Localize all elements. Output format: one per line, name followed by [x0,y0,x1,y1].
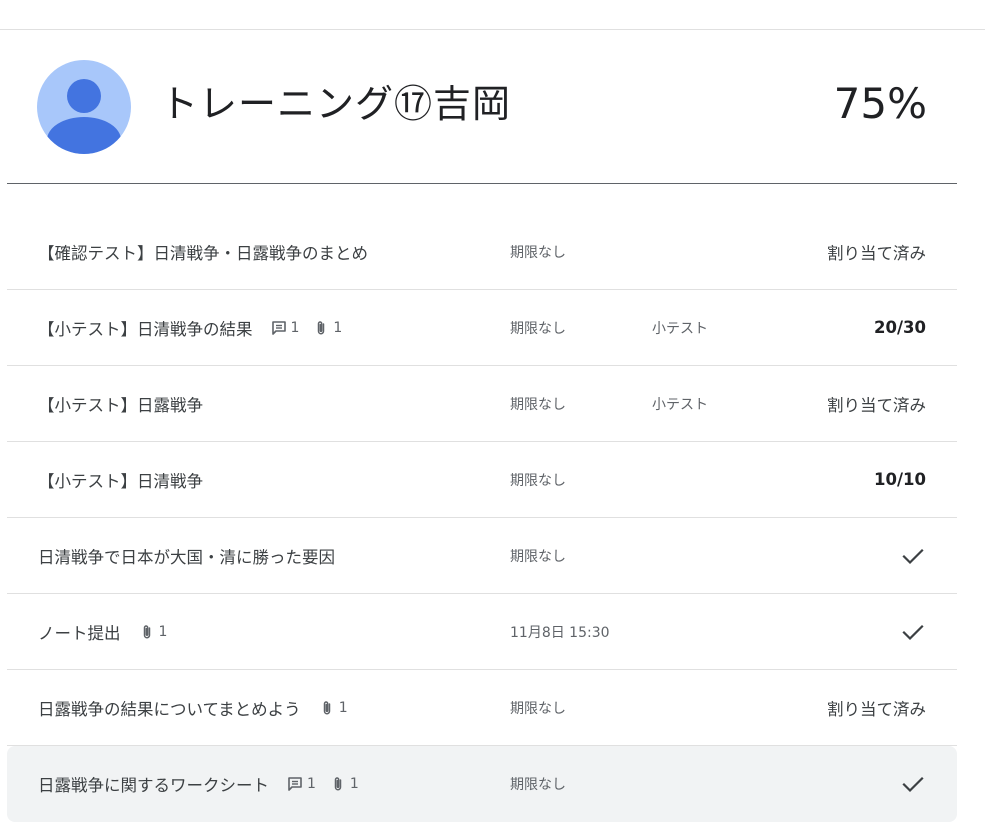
attachment-count-value: 1 [349,775,359,792]
assignment-title-group: 【小テスト】日露戦争 [38,366,203,441]
attachment-count-value: 1 [333,319,343,336]
assignment-due: 期限なし [510,700,566,717]
assignment-list: 【確認テスト】日清戦争・日露戦争のまとめ 期限なし 割り当て済み 【小テスト】日清戦争… [7,214,957,822]
assignment-title[interactable]: 【確認テスト】日清戦争・日露戦争のまとめ [38,240,368,264]
attachment-count-value: 1 [338,699,348,716]
assignment-row[interactable]: 日清戦争で日本が大国・清に勝った要因 期限なし [7,518,957,594]
assignment-row[interactable]: 日露戦争に関するワークシート 1 1 期限なし [7,746,957,822]
attachment-count: 1 [330,776,359,792]
assignment-title[interactable]: ノート提出 [38,620,121,644]
person-icon [47,79,121,154]
assignment-topic: 小テスト [652,396,708,413]
assignment-title-group: 日露戦争に関するワークシート 1 1 [38,746,359,821]
paperclip-icon [313,320,329,336]
paperclip-icon [319,700,335,716]
comment-icon [287,776,303,792]
comment-count-value: 1 [290,319,300,336]
check-icon [900,594,926,669]
assignment-due: 期限なし [510,396,566,413]
assignment-row[interactable]: 【小テスト】日露戦争 期限なし 小テスト 割り当て済み [7,366,957,442]
assignment-title[interactable]: 【小テスト】日清戦争の結果 [38,316,253,340]
header-divider [7,183,957,184]
assignment-row[interactable]: 【確認テスト】日清戦争・日露戦争のまとめ 期限なし 割り当て済み [7,214,957,290]
assignment-row[interactable]: 【小テスト】日清戦争の結果 1 1 期限なし 小テスト 20/30 [7,290,957,366]
check-icon [900,746,926,821]
assignment-status: 10/10 [874,470,926,489]
student-header: トレーニング⑰吉岡 75% [0,30,985,184]
assignment-row[interactable]: 日露戦争の結果についてまとめよう 1 期限なし 割り当て済み [7,670,957,746]
assignment-due: 期限なし [510,244,566,261]
overall-grade: 75% [833,79,927,128]
attachment-count: 1 [319,700,348,716]
attachment-count: 1 [139,623,168,640]
paperclip-icon [330,776,346,792]
assignment-title[interactable]: 【小テスト】日清戦争 [38,468,203,492]
assignment-due: 期限なし [510,776,566,793]
comment-icon [271,320,287,336]
assignment-due: 11月8日 15:30 [510,624,610,641]
attachment-count: 1 [313,320,342,336]
check-icon [900,518,926,593]
assignment-title-group: 日露戦争の結果についてまとめよう 1 [38,670,348,745]
assignment-status: 20/30 [874,318,926,337]
assignment-status: 割り当て済み [827,243,926,263]
assignment-status: 割り当て済み [827,395,926,415]
assignment-status: 割り当て済み [827,699,926,719]
attachment-count-value: 1 [158,623,168,640]
comment-count: 1 [287,776,316,792]
assignment-title[interactable]: 日清戦争で日本が大国・清に勝った要因 [38,544,335,568]
comment-count-value: 1 [307,775,316,792]
assignment-title[interactable]: 日露戦争に関するワークシート [38,772,269,796]
assignment-title-group: 【小テスト】日清戦争 [38,442,203,517]
assignment-due: 期限なし [510,320,566,337]
assignment-row[interactable]: ノート提出 1 11月8日 15:30 [7,594,957,670]
assignment-title[interactable]: 日露戦争の結果についてまとめよう [38,696,301,720]
assignment-title-group: 日清戦争で日本が大国・清に勝った要因 [38,518,335,593]
assignment-topic: 小テスト [652,320,708,337]
assignment-due: 期限なし [510,548,566,565]
avatar[interactable] [37,60,131,154]
comment-count: 1 [271,319,300,336]
assignment-title[interactable]: 【小テスト】日露戦争 [38,392,203,416]
student-name: トレーニング⑰吉岡 [160,82,512,126]
assignment-title-group: ノート提出 1 [38,594,167,669]
assignment-title-group: 【確認テスト】日清戦争・日露戦争のまとめ [38,214,368,289]
assignment-title-group: 【小テスト】日清戦争の結果 1 1 [38,290,342,365]
paperclip-icon [139,624,155,640]
assignment-due: 期限なし [510,472,566,489]
assignment-row[interactable]: 【小テスト】日清戦争 期限なし 10/10 [7,442,957,518]
